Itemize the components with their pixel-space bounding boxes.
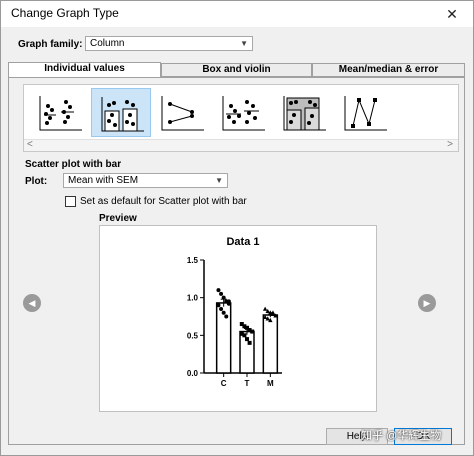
graph-family-value: Column: [90, 38, 125, 49]
scatter-icon[interactable]: [30, 88, 90, 137]
plot-label: Plot:: [25, 176, 48, 187]
graph-type-gallery: < >: [23, 84, 459, 152]
data-point: [219, 306, 224, 311]
change-graph-type-dialog: Change Graph Type ✕ Graph family: Column…: [0, 0, 474, 456]
previous-arrow-icon[interactable]: ◀: [23, 294, 41, 312]
plot-select-value: Mean with SEM: [68, 175, 139, 186]
before-after-icon[interactable]: [152, 88, 212, 137]
x-tick-label: C: [221, 379, 227, 388]
plot-select[interactable]: Mean with SEM ▼: [63, 173, 228, 188]
x-tick-label: T: [245, 379, 250, 388]
data-point: [219, 291, 224, 296]
graph-family-select[interactable]: Column ▼: [85, 36, 253, 51]
y-tick-label: 0.0: [187, 369, 199, 378]
data-point: [250, 329, 255, 334]
chart-title: Data 1: [226, 236, 259, 248]
x-tick-label: M: [267, 379, 274, 388]
data-point: [221, 310, 226, 315]
y-tick-label: 1.5: [187, 256, 199, 265]
data-point: [224, 314, 229, 319]
scatter-lines-icon[interactable]: [213, 88, 273, 137]
y-tick-label: 0.5: [187, 331, 199, 340]
close-button[interactable]: ✕: [437, 1, 467, 27]
chevron-down-icon: ▼: [240, 39, 248, 48]
window-title: Change Graph Type: [11, 6, 119, 20]
y-tick-label: 1.0: [187, 294, 199, 303]
watermark: 知乎 @华辉生物: [361, 430, 442, 442]
next-arrow-icon[interactable]: ▶: [418, 294, 436, 312]
data-point: [226, 299, 231, 304]
tab-individual-values[interactable]: Individual values: [8, 62, 161, 78]
before-after-lines-icon[interactable]: [335, 88, 395, 137]
set-default-label: Set as default for Scatter plot with bar: [80, 196, 247, 207]
data-point: [242, 333, 247, 338]
tab-box-and-violin[interactable]: Box and violin: [161, 63, 312, 77]
preview-chart: Data 1 0.0 0.5 1.0 1.5 C T M: [187, 236, 282, 388]
chevron-down-icon: ▼: [215, 176, 223, 185]
preview-label: Preview: [99, 213, 137, 224]
title-bar: Change Graph Type ✕: [1, 1, 473, 27]
data-point: [262, 306, 268, 311]
scatter-gray-bar-icon[interactable]: [274, 88, 334, 137]
data-point: [245, 337, 249, 342]
section-title: Scatter plot with bar: [25, 159, 122, 170]
tab-mean-median-error[interactable]: Mean/median & error: [312, 63, 465, 77]
gallery-scrollbar[interactable]: < >: [24, 139, 458, 151]
scroll-right-icon[interactable]: >: [447, 139, 453, 150]
preview-pane: Data 1 0.0 0.5 1.0 1.5 C T M: [99, 225, 377, 412]
data-point: [216, 303, 221, 308]
data-point: [247, 340, 252, 345]
bar: [262, 314, 279, 374]
set-default-checkbox[interactable]: [65, 196, 76, 207]
scatter-with-bar-icon[interactable]: [91, 88, 151, 137]
graph-family-label: Graph family:: [18, 39, 83, 50]
scroll-left-icon[interactable]: <: [27, 139, 33, 150]
data-point: [221, 295, 226, 300]
data-point: [216, 288, 221, 293]
